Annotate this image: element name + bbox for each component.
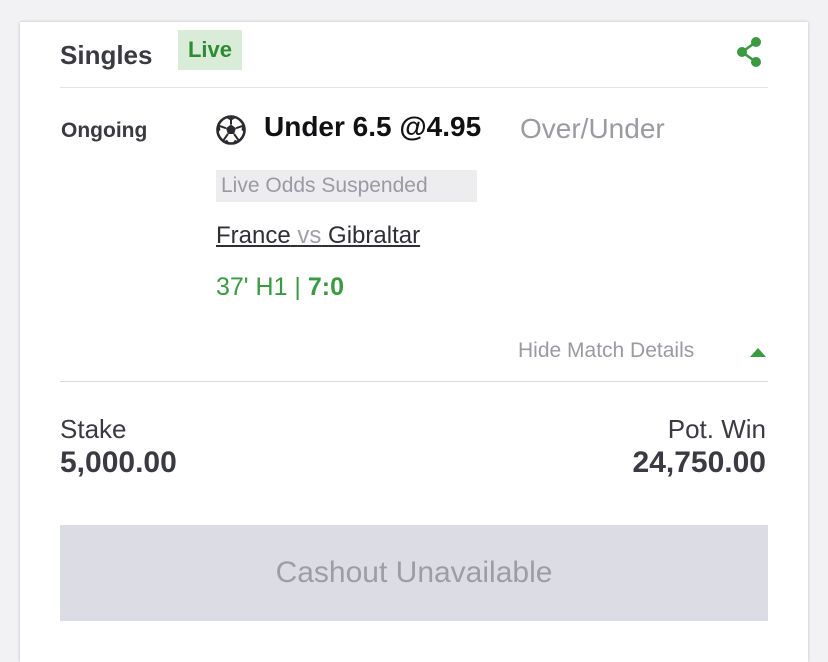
stake-label: Stake bbox=[60, 414, 127, 444]
share-icon[interactable] bbox=[734, 36, 764, 68]
vs-separator: vs bbox=[297, 222, 322, 249]
bet-card: Singles Live Ongoing Under 6.5 @4.95 Ove… bbox=[20, 22, 808, 662]
bet-type-title: Singles bbox=[60, 40, 153, 70]
potential-win-label: Pot. Win bbox=[667, 414, 766, 444]
match-time: 37' H1 | bbox=[216, 273, 308, 301]
home-team: France bbox=[216, 222, 291, 249]
hide-match-details-toggle[interactable]: Hide Match Details bbox=[518, 339, 768, 367]
odds-suspended-notice: Live Odds Suspended bbox=[216, 170, 477, 202]
soccer-ball-icon bbox=[216, 115, 246, 145]
potential-win-value: 24,750.00 bbox=[632, 446, 766, 479]
divider bbox=[60, 381, 768, 382]
live-score: 37' H1 | 7:0 bbox=[216, 273, 344, 302]
caret-up-icon bbox=[750, 348, 766, 357]
away-team: Gibraltar bbox=[328, 222, 421, 249]
market-label: Over/Under bbox=[520, 113, 665, 144]
cashout-button[interactable]: Cashout Unavailable bbox=[60, 525, 768, 621]
selection-label: Under 6.5 @4.95 bbox=[264, 111, 482, 142]
live-badge: Live bbox=[178, 30, 242, 70]
bet-card-header: Singles Live bbox=[60, 28, 768, 88]
toggle-label: Hide Match Details bbox=[518, 339, 695, 362]
stake-value: 5,000.00 bbox=[60, 446, 177, 479]
bet-status: Ongoing bbox=[61, 119, 148, 142]
score-value: 7:0 bbox=[307, 273, 345, 301]
match-link[interactable]: France vs Gibraltar bbox=[216, 222, 420, 250]
